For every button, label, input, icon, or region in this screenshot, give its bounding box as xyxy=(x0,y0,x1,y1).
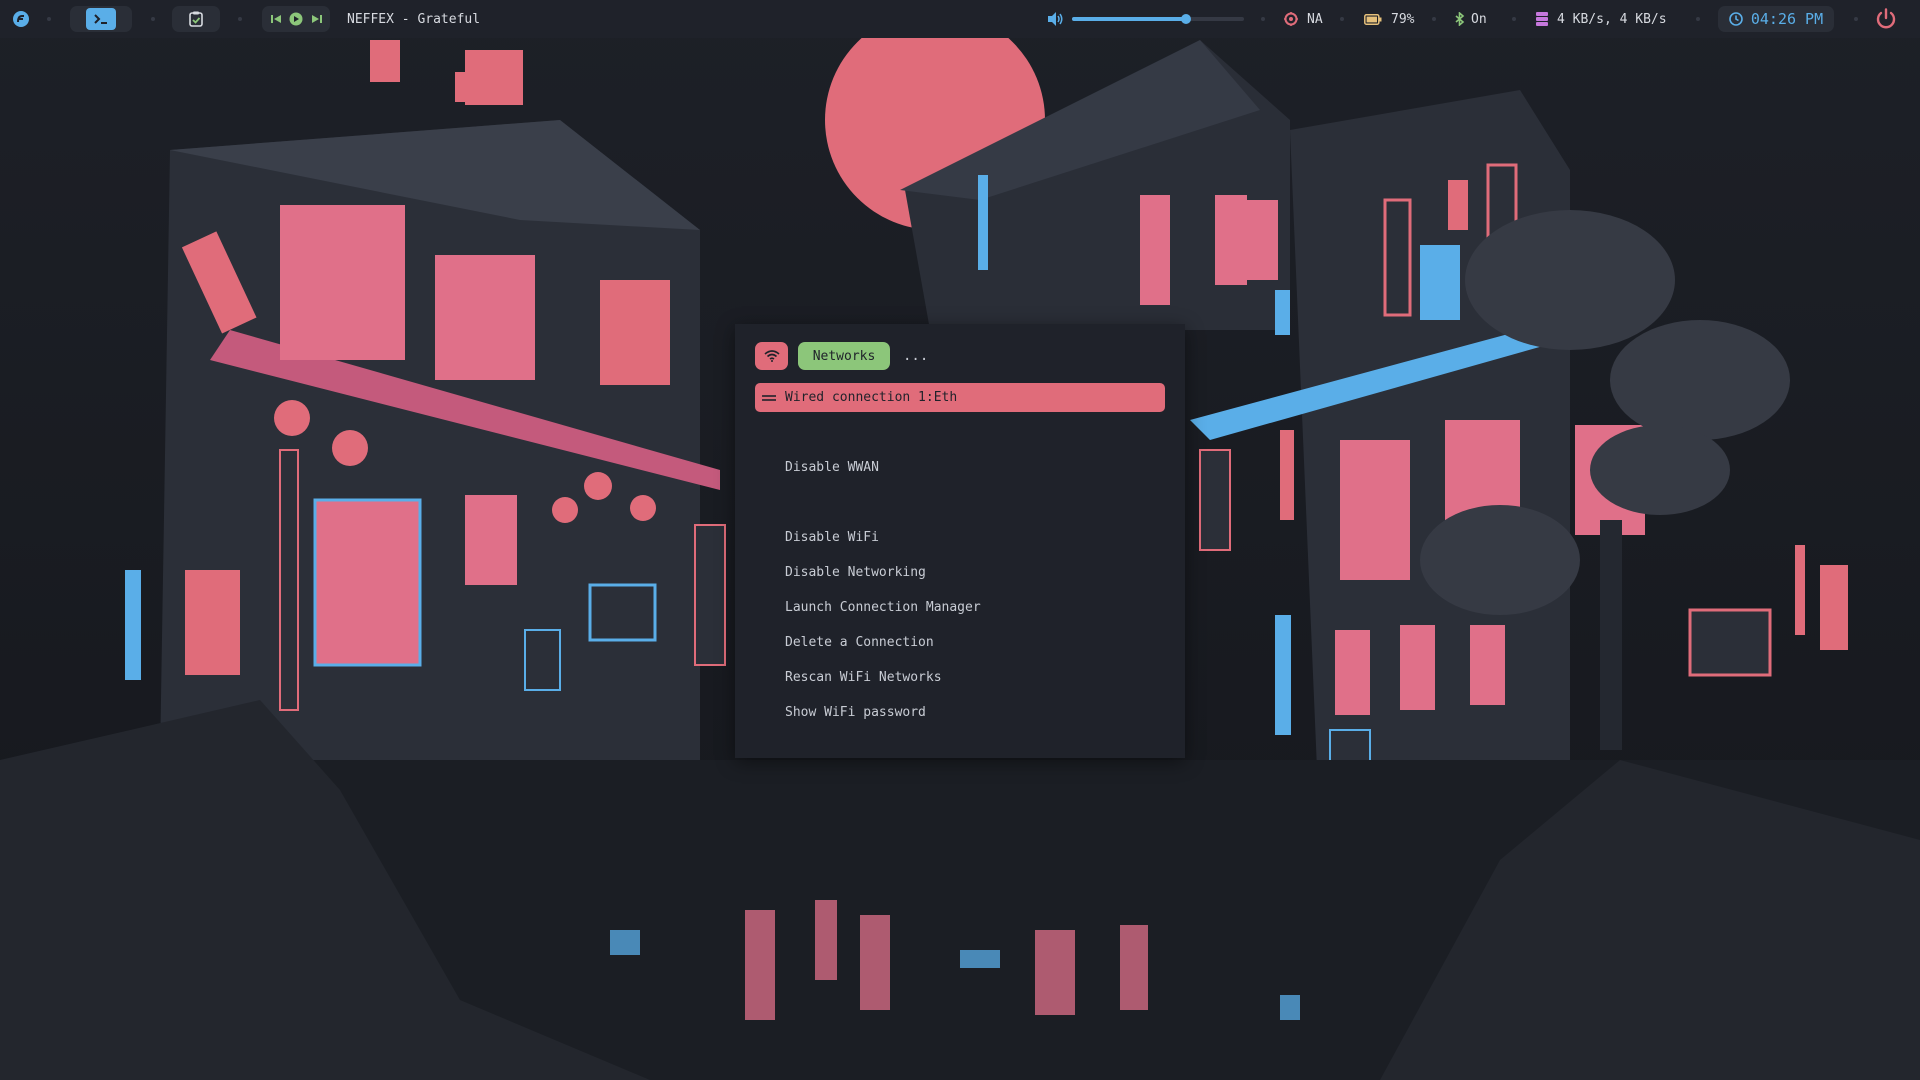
wifi-toggle-button[interactable] xyxy=(755,342,788,370)
network-menu: Networks ... Wired connection 1:Eth Disa… xyxy=(735,324,1185,758)
menu-item-delete-connection[interactable]: Delete a Connection xyxy=(785,633,934,653)
menu-item-selected[interactable]: Wired connection 1:Eth xyxy=(755,383,1165,412)
menu-item-show-wifi-password[interactable]: Show WiFi password xyxy=(785,703,926,723)
power-button[interactable] xyxy=(1875,0,1897,38)
menu-item-disable-wwan[interactable]: Disable WWAN xyxy=(785,458,879,478)
power-icon xyxy=(1875,8,1897,30)
temperature-value: NA xyxy=(1307,11,1323,27)
separator-dot xyxy=(151,17,155,21)
menu-item-disable-networking[interactable]: Disable Networking xyxy=(785,563,926,583)
separator-dot xyxy=(1696,17,1700,21)
clock-widget[interactable]: 04:26 PM xyxy=(1718,6,1834,32)
separator-dot xyxy=(47,17,51,21)
clipboard-button[interactable] xyxy=(172,6,220,32)
menu-item-rescan-wifi[interactable]: Rescan WiFi Networks xyxy=(785,668,942,688)
battery-value: 79% xyxy=(1391,11,1415,27)
network-speed-icon xyxy=(1536,12,1548,26)
menu-item-launch-connection-manager[interactable]: Launch Connection Manager xyxy=(785,598,981,618)
separator-dot xyxy=(1432,17,1436,21)
volume-slider[interactable] xyxy=(1072,14,1244,24)
bluetooth-icon xyxy=(1455,12,1465,26)
network-speed-widget: 4 KB/s, 4 KB/s xyxy=(1536,0,1667,38)
volume-button[interactable] xyxy=(1048,0,1064,38)
separator-dot xyxy=(1261,17,1265,21)
clock-icon xyxy=(1729,12,1743,26)
volume-slider-knob[interactable] xyxy=(1180,14,1191,24)
separator-dot xyxy=(1854,17,1858,21)
bluetooth-status: On xyxy=(1471,11,1487,27)
app-launcher-button[interactable] xyxy=(12,0,30,38)
app-launcher-icon xyxy=(12,10,30,28)
bluetooth-widget[interactable]: On xyxy=(1455,0,1487,38)
separator-dot xyxy=(1340,17,1344,21)
ethernet-icon xyxy=(762,394,776,402)
now-playing-label: NEFFEX - Grateful xyxy=(347,11,481,27)
battery-widget: 79% xyxy=(1364,0,1414,38)
workspace-pill xyxy=(70,6,132,32)
media-controls xyxy=(262,6,330,32)
clock-time: 04:26 PM xyxy=(1750,10,1824,28)
wifi-icon xyxy=(763,350,780,362)
volume-slider-fill xyxy=(1072,17,1186,21)
top-bar: NEFFEX - Grateful NA 79% On 4 KB/s, 4 KB… xyxy=(0,0,1920,38)
temperature-widget: NA xyxy=(1284,0,1323,38)
separator-dot xyxy=(238,17,242,21)
temperature-icon xyxy=(1284,12,1298,26)
workspace-active-terminal[interactable] xyxy=(86,8,116,30)
next-track-icon[interactable] xyxy=(311,14,322,24)
separator-dot xyxy=(1512,17,1516,21)
clipboard-icon xyxy=(189,11,203,27)
menu-search-input[interactable]: ... xyxy=(903,342,928,370)
previous-track-icon[interactable] xyxy=(270,14,281,24)
menu-prompt: Networks xyxy=(798,342,890,370)
network-speed-value: 4 KB/s, 4 KB/s xyxy=(1557,11,1667,27)
menu-item-selected-label: Wired connection 1:Eth xyxy=(785,390,958,405)
play-icon[interactable] xyxy=(289,12,303,26)
terminal-icon xyxy=(93,13,109,25)
volume-icon xyxy=(1048,12,1064,26)
menu-item-disable-wifi[interactable]: Disable WiFi xyxy=(785,528,879,548)
battery-icon xyxy=(1364,13,1382,25)
